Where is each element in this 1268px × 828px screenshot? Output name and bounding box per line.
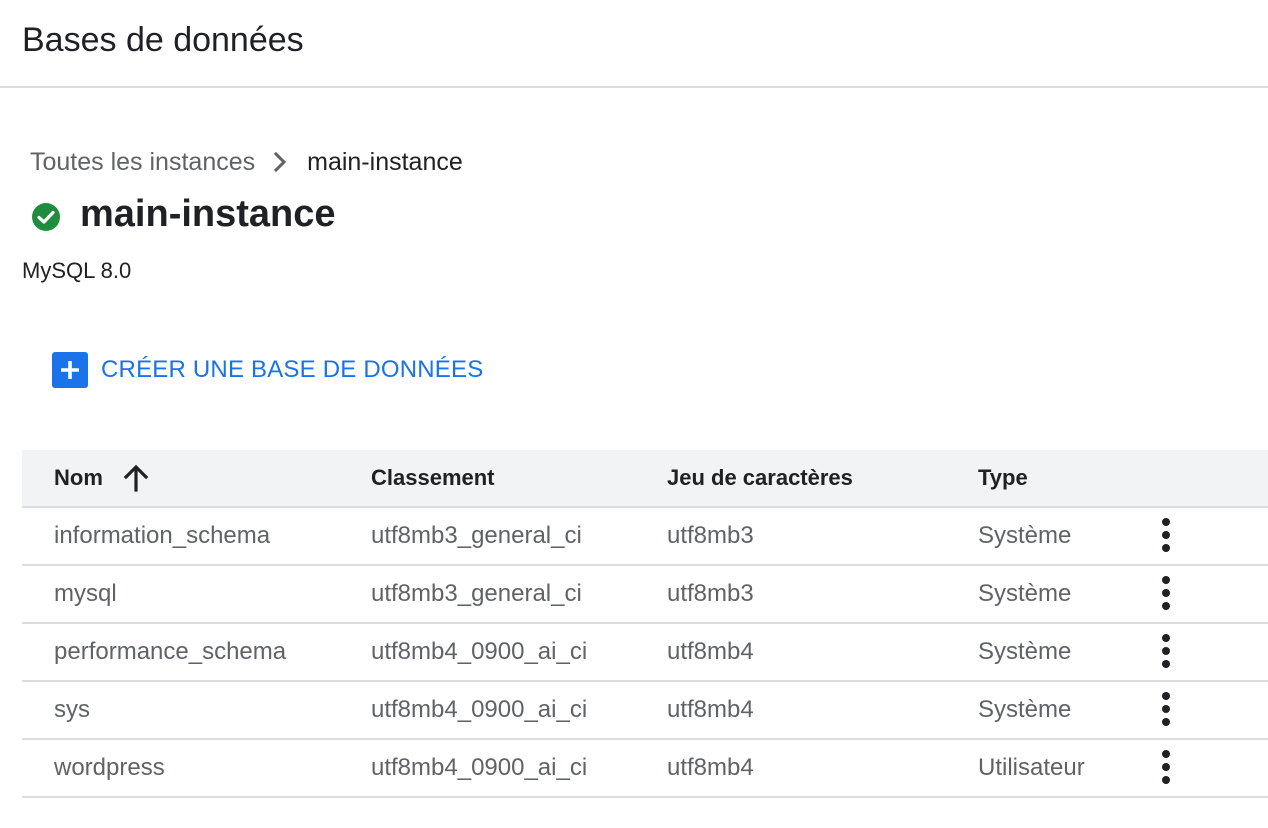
column-header-type[interactable]: Type: [978, 450, 1148, 507]
cell-actions: [1148, 507, 1268, 565]
more-vert-icon[interactable]: [1148, 629, 1184, 673]
cell-collation: utf8mb4_0900_ai_ci: [371, 754, 588, 781]
table-header-row: Nom Classement Jeu de caractères Type: [22, 450, 1268, 507]
arrow-up-icon[interactable]: [123, 464, 149, 492]
cell-charset: utf8mb4: [667, 754, 754, 781]
cell-actions: [1148, 623, 1268, 681]
cell-collation: utf8mb3_general_ci: [371, 522, 582, 549]
cell-name: wordpress: [54, 754, 165, 781]
check-circle-icon: [30, 201, 62, 233]
column-header-name[interactable]: Nom: [22, 450, 371, 507]
cell-name: sys: [54, 696, 90, 723]
cell-type: Système: [978, 522, 1072, 549]
create-database-button[interactable]: CRÉER UNE BASE DE DONNÉES: [52, 352, 483, 388]
cell-name: performance_schema: [54, 638, 287, 665]
more-vert-icon[interactable]: [1148, 687, 1184, 731]
instance-heading: main-instance: [30, 190, 336, 238]
table-row: sys utf8mb4_0900_ai_ci utf8mb4 Système: [22, 681, 1268, 739]
breadcrumb: Toutes les instances main-instance: [30, 146, 463, 178]
instance-name: main-instance: [80, 192, 336, 235]
page-title: Bases de données: [22, 21, 304, 59]
databases-table: Nom Classement Jeu de caractères Type in…: [22, 450, 1268, 798]
table-row: performance_schema utf8mb4_0900_ai_ci ut…: [22, 623, 1268, 681]
cell-charset: utf8mb3: [667, 580, 754, 607]
cell-actions: [1148, 565, 1268, 623]
cell-charset: utf8mb4: [667, 696, 754, 723]
cell-type: Système: [978, 696, 1072, 723]
cell-type: Système: [978, 638, 1072, 665]
column-header-charset[interactable]: Jeu de caractères: [667, 450, 978, 507]
cell-collation: utf8mb4_0900_ai_ci: [371, 696, 588, 723]
cell-type: Système: [978, 580, 1072, 607]
cell-name: mysql: [54, 580, 117, 607]
table-row: information_schema utf8mb3_general_ci ut…: [22, 507, 1268, 565]
more-vert-icon[interactable]: [1148, 745, 1184, 789]
add-icon: [52, 352, 88, 388]
create-database-label: CRÉER UNE BASE DE DONNÉES: [101, 356, 484, 383]
cell-collation: utf8mb3_general_ci: [371, 580, 582, 607]
cell-actions: [1148, 681, 1268, 739]
column-header-collation[interactable]: Classement: [371, 450, 667, 507]
page-header: Bases de données: [0, 0, 1268, 88]
column-header-actions: [1148, 450, 1268, 507]
database-version: MySQL 8.0: [22, 258, 132, 283]
databases-page: Bases de données Toutes les instances ma…: [0, 0, 1268, 828]
cell-type: Utilisateur: [978, 754, 1085, 781]
cell-collation: utf8mb4_0900_ai_ci: [371, 638, 588, 665]
cell-name: information_schema: [54, 522, 271, 549]
column-header-name-label: Nom: [54, 465, 103, 490]
breadcrumb-all-instances-link[interactable]: Toutes les instances: [30, 148, 255, 177]
table-row: wordpress utf8mb4_0900_ai_ci utf8mb4 Uti…: [22, 739, 1268, 797]
cell-actions: [1148, 739, 1268, 797]
breadcrumb-current: main-instance: [307, 147, 463, 176]
cell-charset: utf8mb3: [667, 522, 754, 549]
cell-charset: utf8mb4: [667, 638, 754, 665]
more-vert-icon[interactable]: [1148, 513, 1184, 557]
table-row: mysql utf8mb3_general_ci utf8mb3 Système: [22, 565, 1268, 623]
chevron-right-icon: [255, 151, 307, 173]
more-vert-icon[interactable]: [1148, 571, 1184, 615]
